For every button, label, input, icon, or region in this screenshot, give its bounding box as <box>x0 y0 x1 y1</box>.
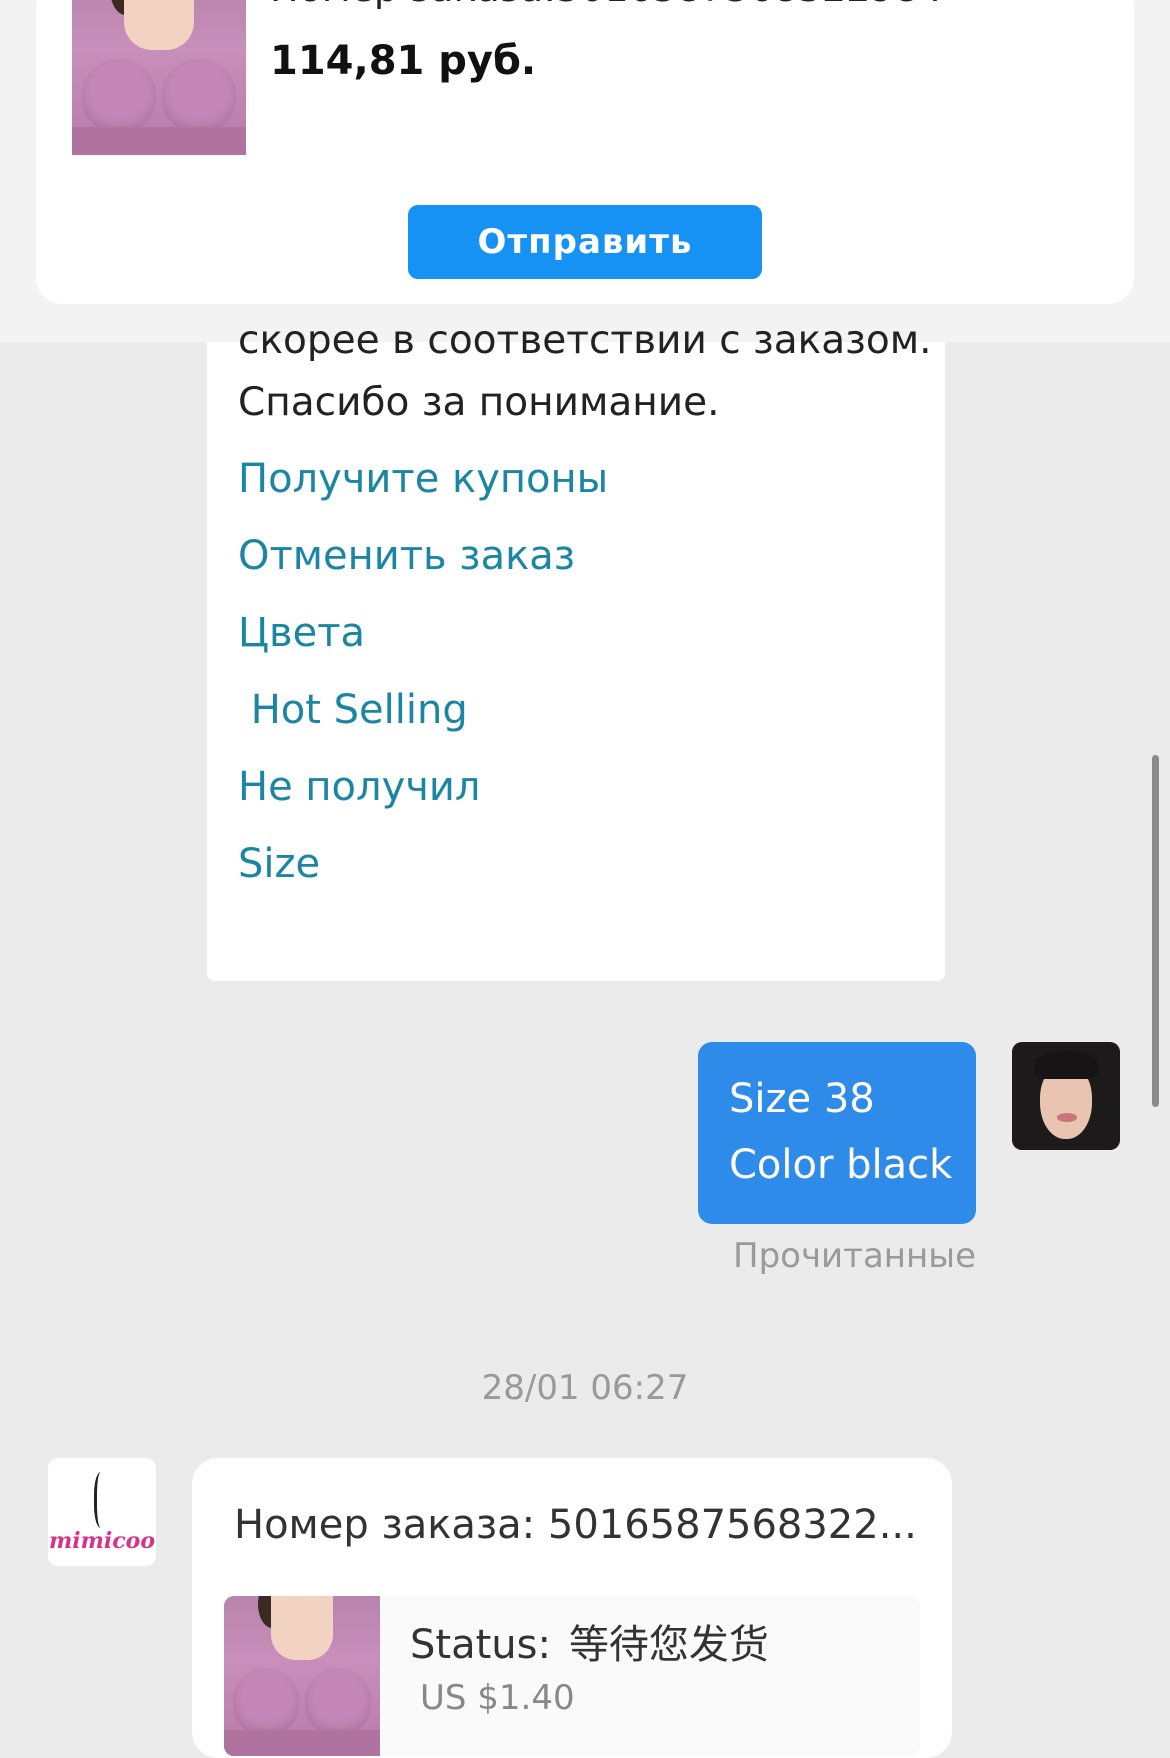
user-message-bubble[interactable]: Size 38 Color black <box>698 1042 976 1224</box>
order-preview-panel: Номер заказа:5016587568322984 114,81 руб… <box>0 0 1170 342</box>
order-status-label: Status: <box>410 1622 551 1668</box>
user-avatar[interactable] <box>1012 1042 1120 1150</box>
scrollbar[interactable] <box>1152 755 1159 1107</box>
seller-logo-text: mimicoo <box>48 1528 155 1554</box>
message-text-line: скорее в соответствии с заказом. <box>238 318 932 363</box>
quick-link-size[interactable]: Size <box>238 841 320 887</box>
product-image <box>224 1596 380 1756</box>
seller-avatar[interactable]: mimicoo <box>48 1458 156 1566</box>
quick-link-get-coupons[interactable]: Получите купоны <box>238 456 608 502</box>
order-preview-card: Номер заказа:5016587568322984 114,81 руб… <box>36 0 1134 304</box>
quick-link-colors[interactable]: Цвета <box>238 610 365 656</box>
product-image[interactable] <box>72 0 246 155</box>
user-message-line: Size 38 <box>729 1076 875 1122</box>
quick-link-not-received[interactable]: Не получил <box>238 764 480 810</box>
order-item[interactable]: Status: 等待您发货 US $1.40 <box>224 1596 920 1756</box>
order-status-value: 等待您发货 <box>568 1622 769 1668</box>
user-message-line: Color black <box>729 1142 953 1188</box>
quick-link-cancel-order[interactable]: Отменить заказ <box>238 533 575 579</box>
order-number: Номер заказа: 5016587568322... <box>234 1502 917 1548</box>
message-timestamp: 28/01 06:27 <box>481 1368 689 1408</box>
order-price: 114,81 руб. <box>270 38 537 84</box>
read-status: Прочитанные <box>733 1236 976 1276</box>
order-number: Номер заказа:5016587568322984 <box>270 0 943 10</box>
order-card-message[interactable]: Номер заказа: 5016587568322... Status: 等待… <box>192 1458 952 1758</box>
send-order-button[interactable]: Отправить <box>408 205 762 279</box>
message-text-line: Спасибо за понимание. <box>238 380 720 425</box>
seller-message-bubble: скорее в соответствии с заказом. Спасибо… <box>207 318 945 981</box>
order-amount: US $1.40 <box>420 1678 575 1718</box>
logo-figure-icon <box>94 1472 111 1528</box>
order-status: Status: 等待您发货 <box>410 1612 769 1670</box>
quick-link-hot-selling[interactable]: Hot Selling <box>238 687 468 733</box>
